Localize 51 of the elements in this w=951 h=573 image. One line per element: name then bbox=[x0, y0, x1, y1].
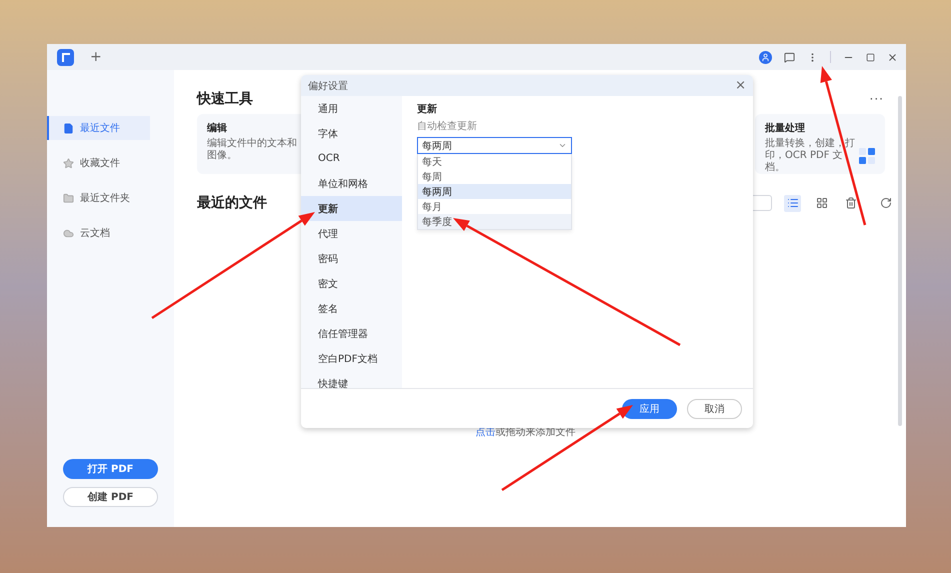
cloud-icon bbox=[63, 228, 74, 238]
section-heading: 快速工具 bbox=[197, 90, 253, 108]
tool-card[interactable]: 批量处理 批量转换，创建，打印，OCR PDF 文档。 bbox=[755, 114, 885, 174]
field-label: 自动检查更新 bbox=[417, 120, 478, 133]
star-icon bbox=[63, 158, 74, 168]
close-button[interactable]: × bbox=[735, 79, 746, 92]
trash-icon bbox=[844, 197, 856, 209]
refresh-icon bbox=[880, 197, 892, 209]
message-icon bbox=[784, 52, 795, 62]
dialog-title: 偏好设置 bbox=[308, 80, 348, 92]
maximize-icon bbox=[866, 52, 875, 62]
settings-nav-item[interactable]: 密文 bbox=[301, 271, 402, 296]
dialog-button[interactable]: 应用 bbox=[622, 398, 677, 418]
dialog-button[interactable]: 取消 bbox=[687, 398, 742, 418]
settings-nav-item[interactable]: 空白PDF文档 bbox=[301, 346, 402, 371]
app-logo-icon bbox=[57, 48, 74, 66]
sidebar-item[interactable]: 收藏文件 bbox=[47, 151, 174, 175]
pdf-button[interactable]: 打开 PDF bbox=[63, 459, 158, 479]
dropdown-option[interactable]: 每两周 bbox=[418, 184, 571, 199]
sidebar-item[interactable]: 云文档 bbox=[47, 221, 174, 245]
chevron-down-icon bbox=[558, 141, 567, 150]
pdf-button[interactable]: 创建 PDF bbox=[63, 487, 158, 507]
settings-nav-item[interactable]: 代理 bbox=[301, 221, 402, 246]
add-file-link[interactable]: 点击 bbox=[476, 427, 496, 438]
settings-nav-item[interactable]: 信任管理器 bbox=[301, 321, 402, 346]
settings-nav-item[interactable]: 快捷键 bbox=[301, 371, 402, 388]
section-heading: 最近的文件 bbox=[197, 194, 267, 212]
batch-icon bbox=[859, 148, 875, 164]
message-button[interactable] bbox=[784, 52, 795, 62]
dropdown-option[interactable]: 每周 bbox=[418, 169, 571, 184]
file-icon bbox=[63, 122, 74, 134]
maximize-button[interactable] bbox=[866, 52, 875, 62]
sidebar-item[interactable]: 最近文件夹 bbox=[47, 186, 174, 210]
close-button[interactable] bbox=[887, 52, 898, 62]
settings-nav-item[interactable]: 密码 bbox=[301, 246, 402, 271]
folder-icon bbox=[63, 192, 74, 204]
list-view-button[interactable] bbox=[784, 194, 801, 212]
settings-nav-item[interactable]: 更新 bbox=[301, 196, 402, 221]
more-button[interactable]: ··· bbox=[870, 92, 894, 106]
new-tab-button[interactable]: + bbox=[86, 49, 106, 65]
grid-icon bbox=[816, 197, 828, 209]
dropdown-option[interactable]: 每月 bbox=[418, 199, 571, 214]
dropdown-option[interactable]: 每季度 bbox=[418, 214, 571, 229]
account-icon[interactable] bbox=[759, 50, 772, 64]
section-title: 更新 bbox=[417, 102, 438, 116]
close-icon bbox=[887, 52, 898, 62]
frequency-select[interactable]: 每两周 bbox=[417, 137, 572, 154]
sidebar-item[interactable]: 最近文件 bbox=[47, 116, 150, 140]
dropdown-option[interactable]: 每天 bbox=[418, 154, 571, 169]
settings-nav-item[interactable]: 签名 bbox=[301, 296, 402, 321]
settings-nav-item[interactable]: 单位和网格 bbox=[301, 171, 402, 196]
